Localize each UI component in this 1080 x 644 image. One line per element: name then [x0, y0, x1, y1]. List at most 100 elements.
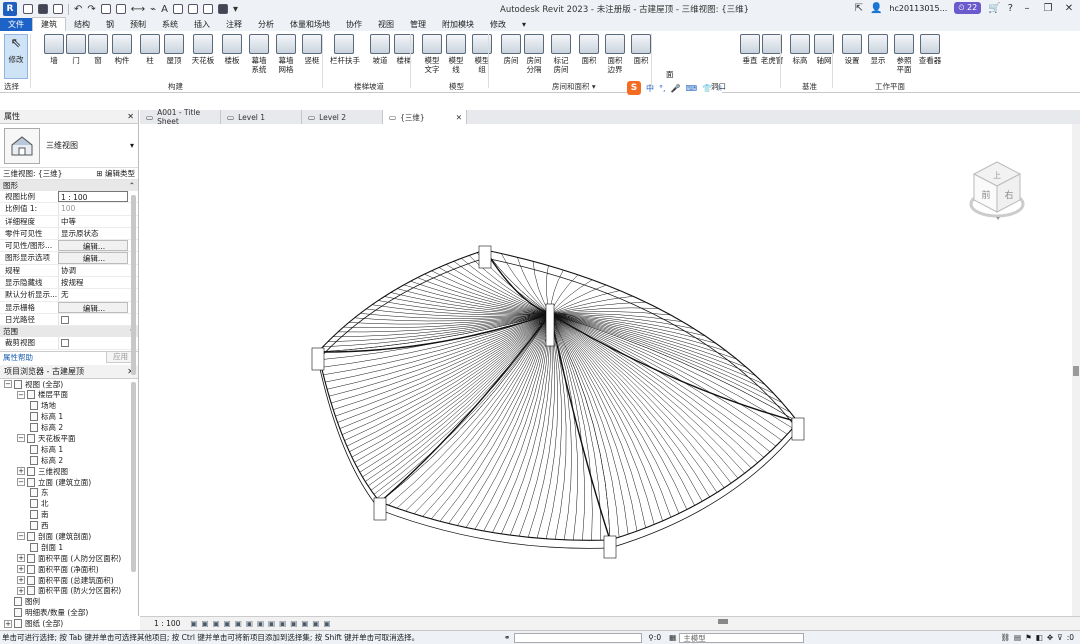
browser-item[interactable]: − 剖面 (建筑剖面): [0, 531, 138, 542]
property-value[interactable]: 1 : 100: [58, 191, 128, 203]
browser-item[interactable]: − 视图 (全部): [0, 379, 138, 390]
section-icon[interactable]: [188, 4, 198, 14]
ribbon-panel-label[interactable]: 楼梯坡道: [354, 81, 384, 92]
expand-icon[interactable]: +: [17, 565, 25, 574]
select-by-face-icon[interactable]: ◧: [1036, 633, 1043, 642]
sogou-logo-icon[interactable]: S: [627, 81, 641, 95]
browser-item[interactable]: + 三维视图: [0, 466, 138, 477]
ribbon-panel-label[interactable]: 洞口: [711, 81, 726, 92]
crop-icon[interactable]: ▣: [246, 619, 253, 628]
tab-0[interactable]: 文件: [0, 18, 32, 31]
browser-item[interactable]: 标高 1: [0, 444, 138, 455]
tab-6[interactable]: 插入: [186, 18, 218, 31]
collapse-icon[interactable]: −: [17, 390, 25, 399]
ribbon-tool-19[interactable]: 标记 房间: [547, 34, 575, 74]
browser-item[interactable]: 东: [0, 487, 138, 498]
drawing-area[interactable]: 上 前 右: [140, 124, 1072, 616]
drag-elements-icon[interactable]: ✥: [1047, 633, 1053, 642]
ribbon-panel-label[interactable]: 构建: [168, 81, 183, 92]
browser-item[interactable]: + 面积平面 (人防分区面积): [0, 553, 138, 564]
customize-qat-icon[interactable]: ▾: [233, 4, 238, 15]
text-icon[interactable]: A: [161, 4, 168, 15]
tab-12[interactable]: 管理: [402, 18, 434, 31]
analytical-icon[interactable]: ▣: [312, 619, 319, 628]
browser-item[interactable]: 场地: [0, 400, 138, 411]
ribbon-tool-29[interactable]: 参照 平面: [890, 34, 918, 74]
worksharing-icon[interactable]: ▣: [301, 619, 308, 628]
detail-level-icon[interactable]: ▣: [190, 619, 197, 628]
main-model-dropdown[interactable]: 主模型: [679, 632, 805, 643]
ribbon-tool-24[interactable]: 老虎窗: [758, 34, 786, 65]
ribbon-tool-30[interactable]: 查看器: [916, 34, 944, 65]
browser-item[interactable]: + 面积平面 (净面积): [0, 564, 138, 575]
browser-item[interactable]: 标高 2: [0, 455, 138, 466]
measure-icon[interactable]: [115, 4, 126, 14]
temp-hide-icon[interactable]: ▣: [279, 619, 286, 628]
roof-3d-model[interactable]: 上 前 右: [140, 124, 1072, 616]
view-tab[interactable]: ▭ Level 2: [302, 110, 383, 124]
browser-item[interactable]: 标高 2: [0, 422, 138, 433]
workset-dropdown[interactable]: [514, 632, 643, 643]
ribbon-tool-13[interactable]: 楼梯: [390, 34, 418, 65]
sogou-tool-0[interactable]: 中: [646, 83, 654, 94]
select-links-icon[interactable]: ⛓: [1000, 633, 1010, 642]
property-value[interactable]: 编辑...: [58, 301, 128, 313]
view-selector[interactable]: 三维视图: {三维}: [3, 168, 62, 179]
show-crop-icon[interactable]: ▣: [257, 619, 264, 628]
browser-item[interactable]: 南: [0, 509, 138, 520]
checkbox[interactable]: [61, 315, 69, 324]
ribbon-options-icon[interactable]: ▾: [514, 18, 534, 31]
ribbon-tool-7[interactable]: 楼板: [218, 34, 246, 65]
canvas-vertical-scrollbar[interactable]: [1072, 124, 1080, 616]
shadows-icon[interactable]: ▣: [224, 619, 231, 628]
sogou-tool-3[interactable]: ⌨: [686, 84, 698, 93]
browser-item[interactable]: 剖面 1: [0, 542, 138, 553]
design-option-icon[interactable]: ▦: [669, 633, 676, 642]
ribbon-tool-6[interactable]: 天花板: [189, 34, 217, 65]
ribbon-tool-3[interactable]: 构件: [108, 34, 136, 65]
browser-item[interactable]: + 图纸 (全部): [0, 618, 138, 629]
close-properties-icon[interactable]: ✕: [127, 112, 134, 121]
aligned-dimension-icon[interactable]: ⟷: [131, 4, 145, 15]
tab-2[interactable]: 结构: [66, 18, 98, 31]
view-scale[interactable]: 1 : 100: [154, 619, 180, 628]
tab-14[interactable]: 修改: [482, 18, 514, 31]
group-extents[interactable]: 范围⌃: [0, 326, 138, 338]
select-pinned-icon[interactable]: ⚑: [1025, 633, 1032, 642]
tab-1[interactable]: 建筑: [32, 17, 66, 31]
property-value[interactable]: [58, 313, 128, 326]
view-tab[interactable]: ▭ A001 - Title Sheet: [140, 108, 221, 126]
tab-10[interactable]: 协作: [338, 18, 370, 31]
cart-icon[interactable]: 🛒: [988, 3, 1000, 14]
browser-item[interactable]: + 面积平面 (总建筑面积): [0, 575, 138, 586]
ribbon-tool-5[interactable]: 屋顶: [160, 34, 188, 65]
tab-4[interactable]: 预制: [122, 18, 154, 31]
tab-9[interactable]: 体量和场地: [282, 18, 338, 31]
view-tab[interactable]: ▭ {三维} ✕: [383, 110, 467, 124]
tab-7[interactable]: 注释: [218, 18, 250, 31]
collapse-icon[interactable]: −: [4, 380, 12, 388]
sogou-tool-2[interactable]: 🎤: [671, 84, 681, 93]
revit-logo[interactable]: R: [3, 2, 17, 16]
view-tab[interactable]: ▭ Level 1: [221, 110, 302, 124]
property-value[interactable]: 编辑...: [58, 240, 128, 252]
tab-3[interactable]: 钢: [98, 18, 122, 31]
reveal-hidden-icon[interactable]: ▣: [290, 619, 297, 628]
browser-item[interactable]: 西: [0, 520, 138, 531]
properties-help-link[interactable]: 属性帮助: [3, 352, 33, 363]
expand-icon[interactable]: +: [17, 576, 25, 585]
sync-icon[interactable]: [53, 4, 63, 14]
group-graphics[interactable]: 图形 ⌃: [0, 180, 138, 191]
switch-windows-icon[interactable]: [218, 4, 228, 14]
crop-view-checkbox[interactable]: [58, 337, 128, 349]
ribbon-tool-20[interactable]: 面积: [575, 34, 603, 65]
thin-lines-icon[interactable]: [203, 4, 213, 14]
browser-item[interactable]: − 立面 (建筑立面): [0, 477, 138, 488]
select-underlay-icon[interactable]: ▤: [1014, 633, 1021, 642]
browser-item[interactable]: − 天花板平面: [0, 433, 138, 444]
modify-button[interactable]: ⇖ 修改: [4, 34, 28, 79]
browser-item[interactable]: 明细表/数量 (全部): [0, 607, 138, 618]
ribbon-tool-8[interactable]: 幕墙 系统: [245, 34, 273, 74]
ribbon-panel-label[interactable]: 选择: [4, 81, 19, 92]
ribbon-tool-26[interactable]: 轴网: [810, 34, 838, 65]
